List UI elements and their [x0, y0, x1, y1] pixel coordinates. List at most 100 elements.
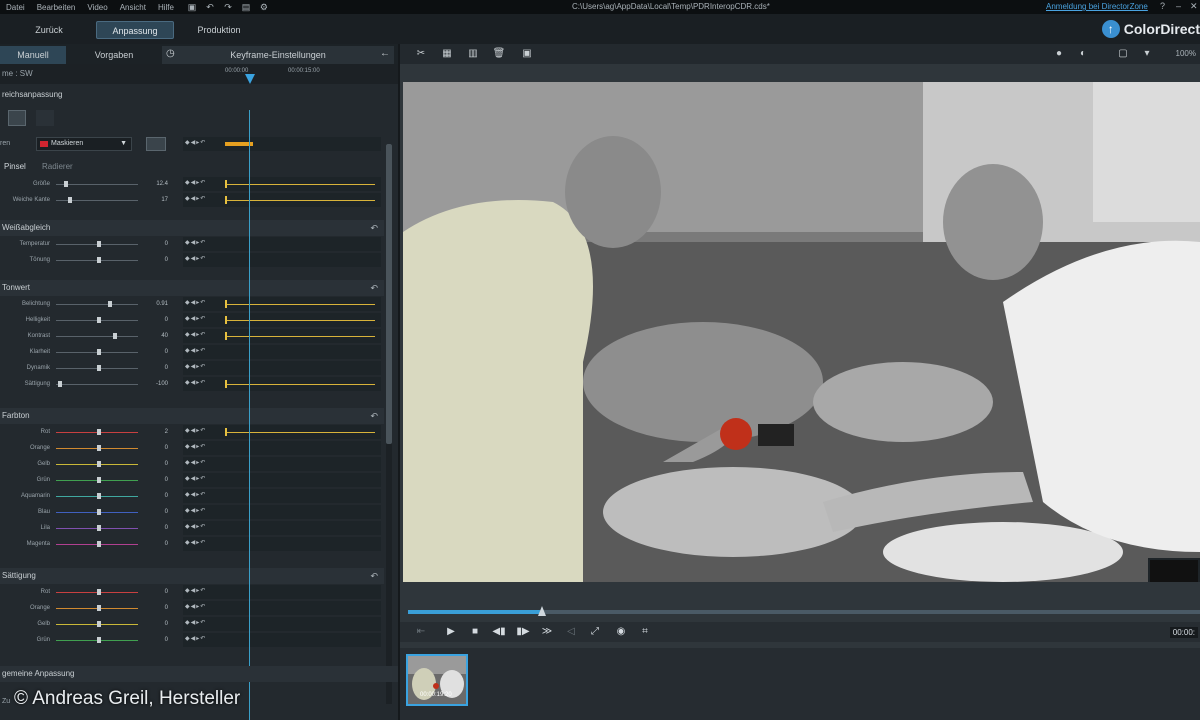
- param-keyframe-track[interactable]: ◆◀▸↶: [183, 329, 381, 343]
- next-frame-icon[interactable]: ▮▶: [516, 625, 530, 639]
- param-keyframe-track[interactable]: ◆◀▸↶: [183, 617, 381, 631]
- scrub-bar[interactable]: [408, 606, 1200, 616]
- param-keyframe-track[interactable]: ◆◀▸↶: [183, 505, 381, 519]
- brush-edge-slider-knob[interactable]: [68, 197, 73, 203]
- param-keyframe-track[interactable]: ◆◀▸↶: [183, 633, 381, 647]
- menu-datei[interactable]: Datei: [0, 3, 31, 12]
- redo-icon[interactable]: ↷: [222, 2, 234, 12]
- keyframe-controls[interactable]: ◆◀▸↶: [185, 539, 206, 546]
- param-keyframe-track[interactable]: ◆◀▸↶: [183, 457, 381, 471]
- param-slider-knob[interactable]: [97, 621, 101, 627]
- close-icon[interactable]: ✕: [1190, 1, 1198, 12]
- menu-bearbeiten[interactable]: Bearbeiten: [31, 3, 82, 12]
- undo-icon[interactable]: ↶: [204, 2, 216, 12]
- reset-icon[interactable]: ↶: [370, 220, 378, 236]
- param-slider-knob[interactable]: [97, 605, 101, 611]
- param-keyframe-track[interactable]: ◆◀▸↶: [183, 237, 381, 251]
- param-keyframe-track[interactable]: ◆◀▸↶: [183, 601, 381, 615]
- keyframe-controls[interactable]: ◆◀▸↶: [185, 635, 206, 642]
- trim-icon[interactable]: ▥: [466, 48, 480, 60]
- grid-overlay-icon[interactable]: ⌗: [638, 625, 652, 639]
- param-keyframe-track[interactable]: ◆◀▸↶: [183, 345, 381, 359]
- param-slider[interactable]: [56, 304, 138, 305]
- snapshot-icon[interactable]: ▣: [520, 48, 534, 60]
- zoom-menu-icon[interactable]: ▾: [1140, 48, 1154, 60]
- param-slider-knob[interactable]: [97, 445, 101, 451]
- prev-marker-icon[interactable]: ⇤: [414, 625, 428, 639]
- param-keyframe-track[interactable]: ◆◀▸↶: [183, 441, 381, 455]
- section-header-1[interactable]: Tonwert ↶: [0, 280, 384, 296]
- view-single-icon[interactable]: ●: [1052, 48, 1066, 60]
- reset-icon[interactable]: ↶: [370, 280, 378, 296]
- mask-options-button[interactable]: [146, 137, 166, 151]
- back-arrow-icon[interactable]: ←: [380, 48, 390, 59]
- keyframe-marker[interactable]: [225, 300, 227, 308]
- param-slider-knob[interactable]: [97, 317, 101, 323]
- param-keyframe-track[interactable]: ◆◀▸↶: [183, 361, 381, 375]
- cut-icon[interactable]: ✂: [414, 48, 428, 60]
- brush-size-slider[interactable]: [56, 184, 138, 185]
- mask-keyframe-track[interactable]: ◆◀▸↶: [183, 137, 381, 151]
- param-slider-knob[interactable]: [107, 301, 112, 307]
- volume-icon[interactable]: ◁: [564, 625, 578, 639]
- param-slider-knob[interactable]: [97, 365, 101, 371]
- param-slider-knob[interactable]: [97, 429, 101, 435]
- panel-scrollbar[interactable]: [386, 144, 392, 704]
- keyframe-marker[interactable]: [225, 428, 227, 436]
- tab-adjust[interactable]: Anpassung: [96, 21, 174, 39]
- back-button[interactable]: Zurück: [20, 21, 78, 39]
- param-keyframe-track[interactable]: ◆◀▸↶: [183, 585, 381, 599]
- settings-gear-icon[interactable]: ⚙: [258, 2, 270, 12]
- param-slider-knob[interactable]: [97, 493, 101, 499]
- keyframe-marker[interactable]: [225, 196, 227, 204]
- keyframe-controls[interactable]: ◆◀▸↶: [185, 507, 206, 514]
- keyframe-controls[interactable]: ◆◀▸↶: [185, 139, 206, 146]
- tab-produce[interactable]: Produktion: [186, 21, 252, 39]
- menu-ansicht[interactable]: Ansicht: [114, 3, 152, 12]
- param-keyframe-track[interactable]: ◆◀▸↶: [183, 313, 381, 327]
- tab-manual[interactable]: Manuell: [0, 46, 66, 64]
- section-header-2[interactable]: Farbton ↶: [0, 408, 384, 424]
- clip-thumbnail[interactable]: 00:00:19:20: [406, 654, 468, 706]
- brush-size-slider-knob[interactable]: [64, 181, 69, 187]
- keyframe-controls[interactable]: ◆◀▸↶: [185, 195, 206, 202]
- eraser-tab[interactable]: Radierer: [42, 162, 73, 171]
- keyframe-controls[interactable]: ◆◀▸↶: [185, 179, 206, 186]
- save-icon[interactable]: ▣: [186, 2, 198, 12]
- brush-size-keyframe-track[interactable]: ◆◀▸↶: [183, 177, 381, 191]
- keyframe-controls[interactable]: ◆◀▸↶: [185, 459, 206, 466]
- reset-icon[interactable]: ↶: [370, 408, 378, 424]
- keyframe-controls[interactable]: ◆◀▸↶: [185, 255, 206, 262]
- login-link[interactable]: Anmeldung bei DirectorZone: [1046, 2, 1148, 11]
- zoom-level[interactable]: 100%: [1176, 49, 1196, 58]
- brush-tab[interactable]: Pinsel: [4, 162, 26, 171]
- param-slider[interactable]: [56, 384, 138, 385]
- fullscreen-icon[interactable]: ▢: [1116, 48, 1130, 60]
- loop-icon[interactable]: ⤢: [588, 625, 602, 639]
- keyframe-marker[interactable]: [225, 180, 227, 188]
- param-slider-knob[interactable]: [97, 637, 101, 643]
- general-adjustment-header[interactable]: gemeine Anpassung: [0, 666, 398, 682]
- brush-tool-button[interactable]: [8, 110, 26, 126]
- param-slider-knob[interactable]: [97, 349, 101, 355]
- keyframe-controls[interactable]: ◆◀▸↶: [185, 443, 206, 450]
- fast-forward-icon[interactable]: ≫: [540, 625, 554, 639]
- section-header-3[interactable]: Sättigung ↶: [0, 568, 384, 584]
- param-keyframe-track[interactable]: ◆◀▸↶: [183, 297, 381, 311]
- mask-tool-button[interactable]: [36, 110, 54, 126]
- keyframe-controls[interactable]: ◆◀▸↶: [185, 603, 206, 610]
- param-slider-knob[interactable]: [97, 461, 101, 467]
- param-keyframe-track[interactable]: ◆◀▸↶: [183, 473, 381, 487]
- param-slider-knob[interactable]: [97, 525, 101, 531]
- keyframe-marker[interactable]: [225, 316, 227, 324]
- minimize-icon[interactable]: –: [1176, 1, 1181, 11]
- menu-hilfe[interactable]: Hilfe: [152, 3, 180, 12]
- view-compare-icon[interactable]: ◐: [1076, 48, 1090, 60]
- param-slider-knob[interactable]: [97, 477, 101, 483]
- keyframe-controls[interactable]: ◆◀▸↶: [185, 475, 206, 482]
- brush-edge-keyframe-track[interactable]: ◆◀▸↶: [183, 193, 381, 207]
- keyframe-controls[interactable]: ◆◀▸↶: [185, 299, 206, 306]
- param-slider-knob[interactable]: [97, 589, 101, 595]
- video-preview[interactable]: [403, 82, 1200, 582]
- keyframe-controls[interactable]: ◆◀▸↶: [185, 491, 206, 498]
